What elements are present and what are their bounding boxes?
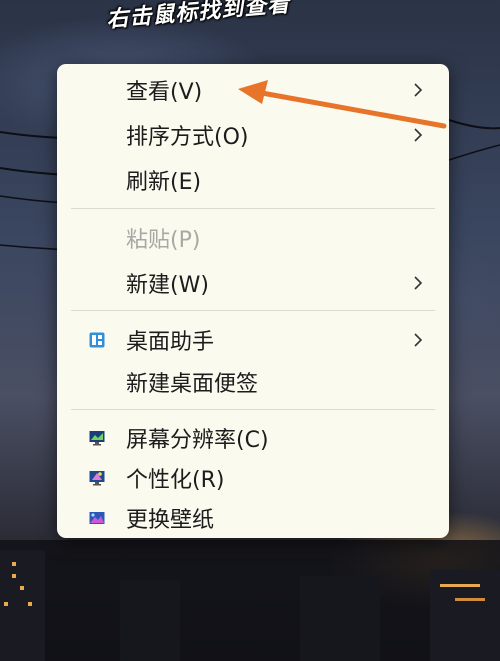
menu-item-label: 更换壁纸 [126, 508, 215, 533]
menu-item-change-wallpaper[interactable]: 更换壁纸 [57, 498, 449, 538]
menu-item-label: 排序方式(O) [126, 125, 249, 150]
menu-item-label: 个性化(R) [126, 468, 225, 493]
chevron-right-icon [411, 271, 425, 295]
menu-item-label: 屏幕分辨率(C) [126, 428, 269, 453]
chevron-right-icon [411, 123, 425, 147]
menu-item-label: 粘贴(P) [126, 228, 201, 253]
chevron-right-icon [411, 78, 425, 102]
menu-item-label: 桌面助手 [126, 330, 215, 355]
menu-separator [71, 310, 435, 311]
desktop-context-menu: 查看(V) 排序方式(O) 刷新(E) 粘贴(P) 新建(W) 桌面助手 新建桌… [57, 64, 449, 538]
wallpaper-town-silhouette [0, 540, 500, 661]
menu-separator [71, 409, 435, 410]
menu-item-personalize[interactable]: 个性化(R) [57, 458, 449, 498]
menu-item-label: 新建桌面便签 [126, 372, 259, 397]
chevron-right-icon [411, 328, 425, 352]
menu-item-label: 查看(V) [126, 80, 203, 105]
menu-item-paste: 粘贴(P) [57, 218, 449, 258]
menu-item-label: 新建(W) [126, 273, 209, 298]
monitor-resolution-icon [88, 429, 106, 447]
menu-item-refresh[interactable]: 刷新(E) [57, 160, 449, 200]
menu-item-new[interactable]: 新建(W) [57, 263, 449, 303]
menu-item-screen-resolution[interactable]: 屏幕分辨率(C) [57, 418, 449, 458]
menu-item-sort[interactable]: 排序方式(O) [57, 115, 449, 155]
menu-item-label: 刷新(E) [126, 170, 202, 195]
menu-item-new-sticky-note[interactable]: 新建桌面便签 [57, 362, 449, 402]
menu-separator [71, 208, 435, 209]
desktop-assistant-icon [88, 331, 106, 349]
menu-item-desktop-assistant[interactable]: 桌面助手 [57, 320, 449, 360]
personalize-icon [88, 469, 106, 487]
wallpaper-icon [88, 509, 106, 527]
menu-item-view[interactable]: 查看(V) [57, 70, 449, 110]
